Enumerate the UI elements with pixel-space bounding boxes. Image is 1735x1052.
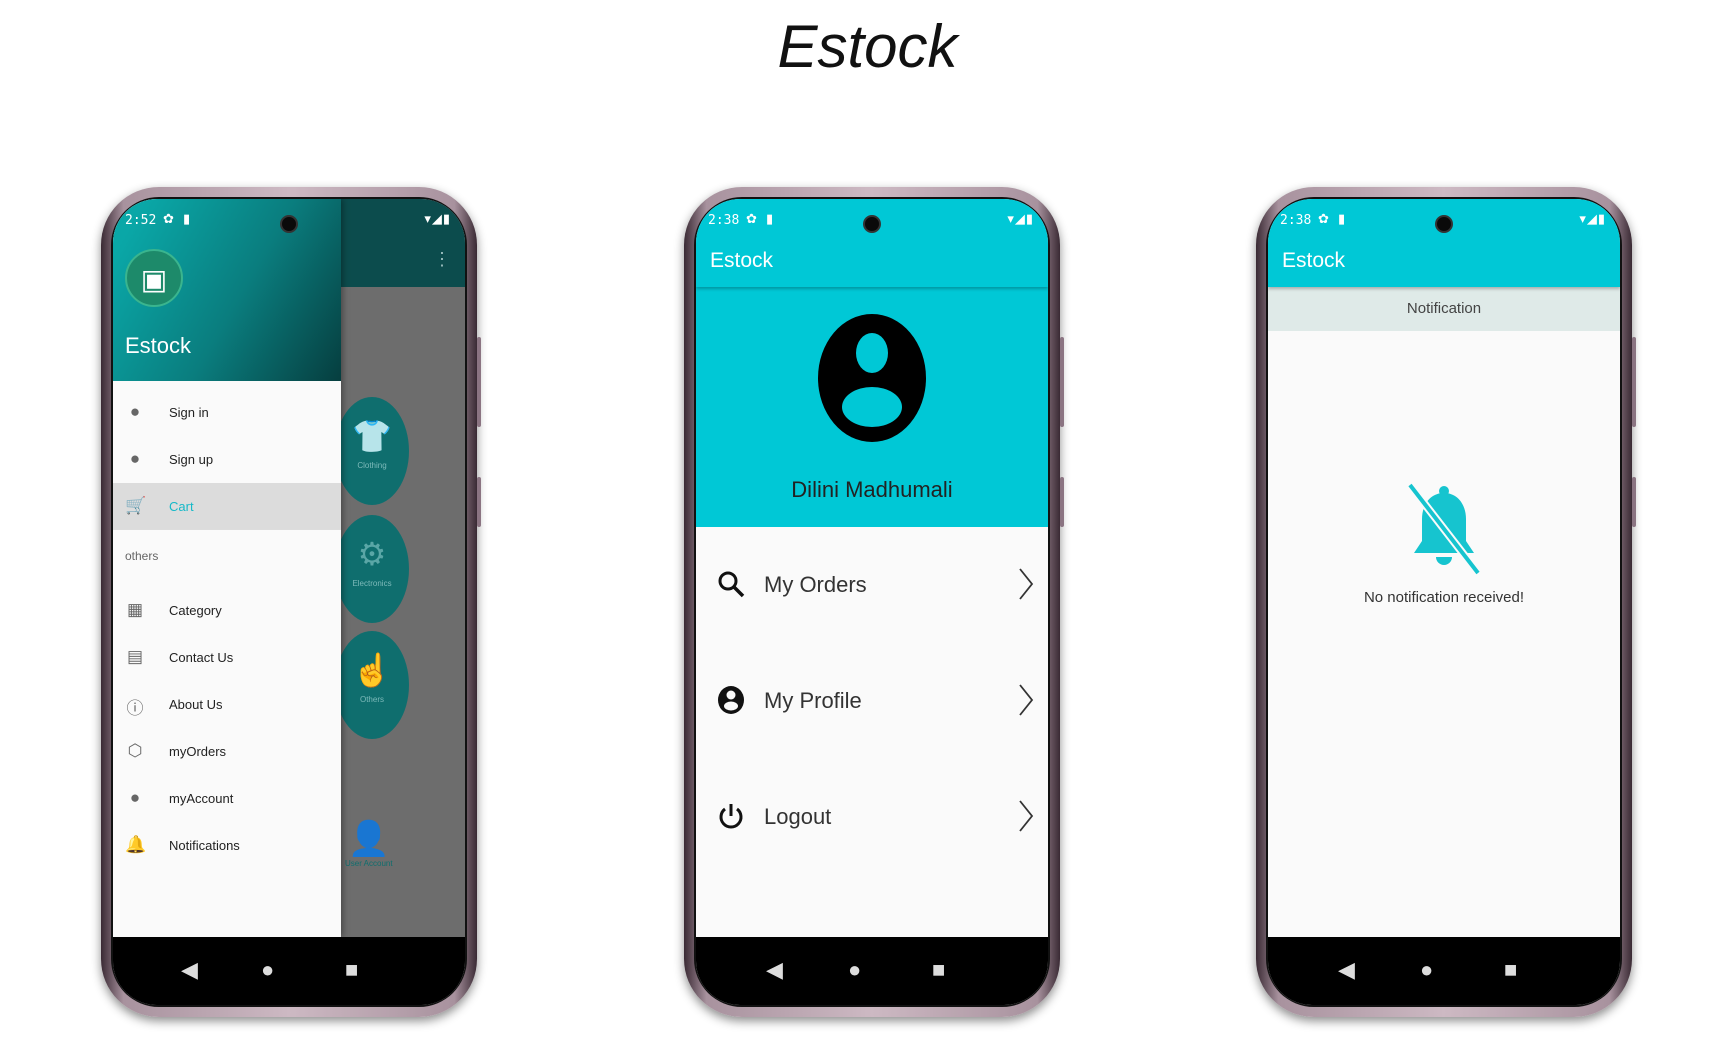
phone-frame-drawer: ⋮ 👕 Clothing ⚙ Electronics ☝ Others 👤 Us… [101,187,481,1017]
power-button [1060,477,1064,527]
home-icon[interactable]: ● [848,957,861,983]
empty-state-message: No notification received! [1363,589,1525,606]
drawer-item-contact-us[interactable]: ▤ Contact Us [113,634,341,680]
drawer-item-category[interactable]: ▦ Category [113,587,341,633]
drawer-item-sign-in[interactable]: ● Sign in [113,389,341,435]
shirt-icon: 👕 [352,418,392,454]
account-circle-icon: ● [129,449,141,468]
category-electronics[interactable]: ⚙ Electronics [335,515,409,623]
notifications-off-icon [1406,483,1482,575]
back-icon[interactable]: ◀ [766,957,783,983]
status-time: 2:38 [708,213,740,228]
power-button [1632,477,1636,527]
recents-icon[interactable]: ■ [932,957,945,983]
signal-battery-icon: ▾◢▮ [1007,211,1034,226]
bell-icon: 🔔 [125,835,147,854]
screen-notifications: 2:38 ✿ ▮ ▾◢▮ Estock Notification No noti… [1268,199,1620,1005]
cart-icon: 🛒 [125,496,147,515]
status-time: 2:52 [125,213,157,228]
app-title: Estock [1282,249,1346,272]
menu-my-profile[interactable]: My Profile [696,655,1048,745]
category-clothing[interactable]: 👕 Clothing [335,397,409,505]
status-time: 2:38 [1280,213,1312,228]
drawer-item-my-orders[interactable]: ⬡ myOrders [113,728,341,774]
overflow-menu-icon[interactable]: ⋮ [433,249,451,270]
volume-button [477,337,481,427]
drawer-divider [113,529,341,530]
home-icon[interactable]: ● [1420,957,1433,983]
volume-button [1632,337,1636,427]
power-button [477,477,481,527]
touch-icon: ☝ [352,652,392,688]
drawer-item-notifications[interactable]: 🔔 Notifications [113,822,341,868]
app-bar: Estock [1268,235,1620,287]
signal-battery-icon: ▾◢▮ [1579,211,1606,226]
system-nav-bar: ◀ ● ■ [113,937,465,1005]
account-circle-icon: ● [129,788,141,807]
drawer-item-sign-up[interactable]: ● Sign up [113,436,341,482]
volume-button [1060,337,1064,427]
recents-icon[interactable]: ■ [1504,957,1517,983]
page-title: Estock [777,13,958,80]
sd-card-icon: ▮ [183,211,191,226]
phone-frame-notifications: 2:38 ✿ ▮ ▾◢▮ Estock Notification No noti… [1256,187,1636,1017]
drawer-app-name: Estock [125,333,192,358]
navigation-drawer: ▣ Estock ● Sign in ● Sign up 🛒 Cart othe… [113,199,341,937]
system-nav-bar: ◀ ● ■ [696,937,1048,1005]
drawer-item-my-account[interactable]: ● myAccount [113,775,341,821]
phone-frame-account: 2:38 ✿ ▮ ▾◢▮ Estock Dilini Madhumali My … [684,187,1064,1017]
profile-header: Dilini Madhumali [696,287,1048,527]
back-icon[interactable]: ◀ [1338,957,1355,983]
signal-battery-icon: ▾◢▮ [424,211,451,226]
category-others[interactable]: ☝ Others [335,631,409,739]
menu-logout[interactable]: Logout [696,771,1048,861]
chevron-right-icon [1019,568,1034,600]
back-icon[interactable]: ◀ [181,957,198,983]
system-nav-bar: ◀ ● ■ [1268,937,1620,1005]
account-circle-icon [718,686,744,714]
search-icon [718,571,745,598]
chevron-right-icon [1019,684,1034,716]
screen-account: 2:38 ✿ ▮ ▾◢▮ Estock Dilini Madhumali My … [696,199,1048,1005]
screen-drawer: ⋮ 👕 Clothing ⚙ Electronics ☝ Others 👤 Us… [113,199,465,1005]
front-camera [863,215,881,233]
front-camera [1435,215,1453,233]
power-icon [719,804,743,829]
person-icon: 👤 [347,820,390,858]
settings-status-icon: ✿ [1318,211,1329,226]
home-icon[interactable]: ● [261,957,274,983]
settings-status-icon: ✿ [163,211,174,226]
chip-icon: ⚙ [357,536,387,572]
menu-my-orders[interactable]: My Orders [696,539,1048,629]
info-icon: ⓘ [126,699,144,718]
front-camera [280,215,298,233]
app-title: Estock [710,249,774,272]
app-bar: Estock [696,235,1048,287]
user-account-tab[interactable]: 👤 User Account [345,819,393,868]
avatar-icon [818,314,926,442]
user-name: Dilini Madhumali [791,477,953,502]
grid-icon: ▦ [126,600,144,619]
sd-card-icon: ▮ [1338,211,1346,226]
drawer-section-label: others [125,549,159,563]
drawer-item-cart[interactable]: 🛒 Cart [113,483,341,529]
recents-icon[interactable]: ■ [345,957,358,983]
android-logo-icon: ▣ [125,249,183,307]
drawer-item-about-us[interactable]: ⓘ About Us [113,681,341,727]
account-circle-icon: ● [129,402,141,421]
settings-status-icon: ✿ [746,211,757,226]
sd-card-icon: ▮ [766,211,774,226]
tab-notification[interactable]: Notification [1268,287,1620,331]
package-icon: ⬡ [127,741,143,760]
contact-card-icon: ▤ [126,647,144,666]
chevron-right-icon [1019,800,1034,832]
